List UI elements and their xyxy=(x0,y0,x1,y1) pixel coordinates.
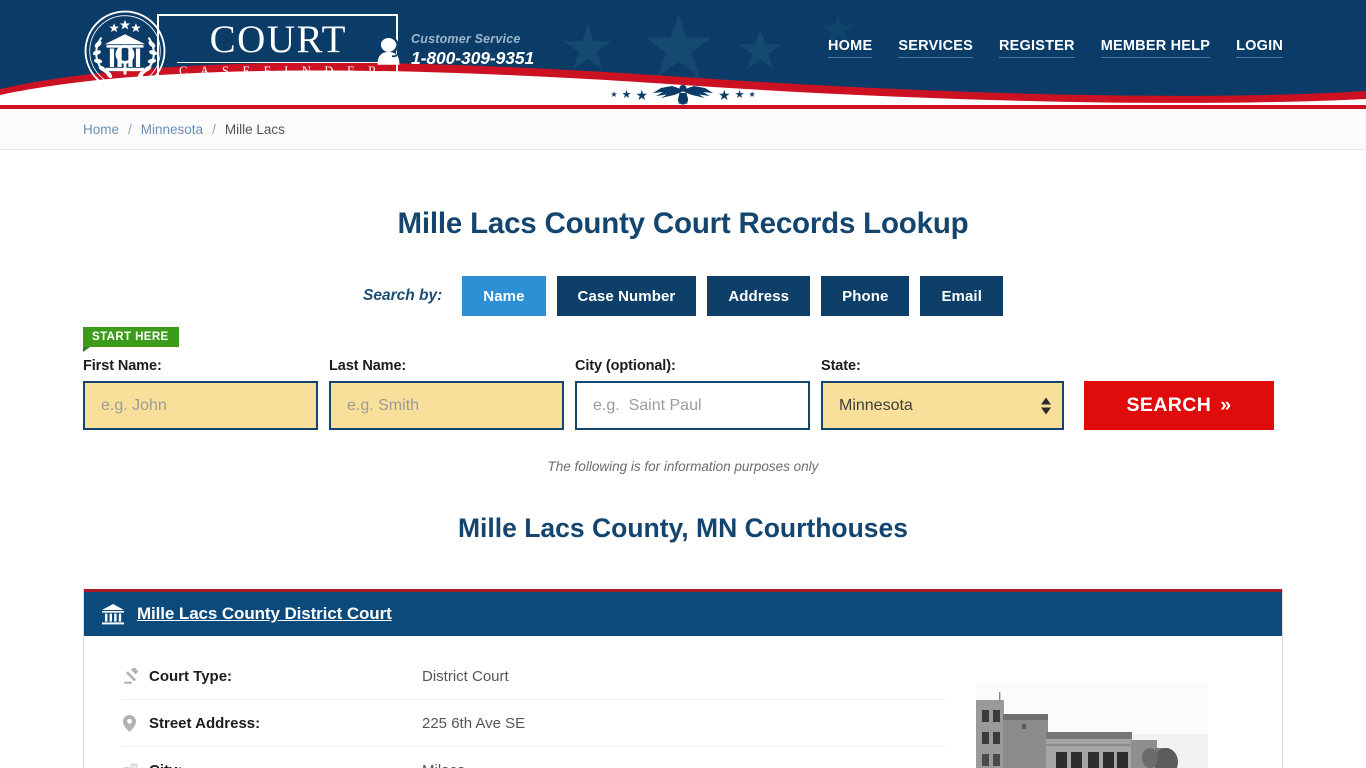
customer-service-label: Customer Service xyxy=(411,32,521,46)
city-icon xyxy=(123,763,149,768)
logo-subtitle: C A S E F I N D E R xyxy=(179,64,382,79)
tab-phone[interactable]: Phone xyxy=(821,276,910,316)
breadcrumb-item-minnesota[interactable]: Minnesota xyxy=(141,122,203,137)
breadcrumb-item-home[interactable]: Home xyxy=(83,122,119,137)
table-row: Street Address: 225 6th Ave SE xyxy=(123,700,946,747)
city-label: City (optional): xyxy=(575,358,676,374)
search-by-label: Search by: xyxy=(363,287,443,304)
city-input[interactable] xyxy=(575,381,810,430)
courthouse-card-header: Mille Lacs County District Court xyxy=(84,589,1282,636)
logo-word: COURT xyxy=(209,18,347,62)
court-type-label: Court Type: xyxy=(149,667,233,685)
last-name-field-group: Last Name: xyxy=(329,358,564,430)
tab-name[interactable]: Name xyxy=(462,276,546,316)
street-address-value: 225 6th Ave SE xyxy=(422,714,526,732)
search-by-tabs: Search by: Name Case Number Address Phon… xyxy=(83,276,1283,316)
breadcrumb: Home / Minnesota / Mille Lacs xyxy=(83,109,1283,150)
courthouse-card: Mille Lacs County District Court Court T… xyxy=(83,589,1283,768)
state-label: State: xyxy=(821,358,861,374)
site-logo[interactable]: COURT C A S E F I N D E R xyxy=(83,7,398,95)
city-field-group: City (optional): xyxy=(575,358,810,430)
tab-address[interactable]: Address xyxy=(707,276,811,316)
logo-wordmark: COURT C A S E F I N D E R xyxy=(157,14,398,88)
courthouse-detail-rows: Court Type: District Court Street Addres… xyxy=(84,653,946,768)
courthouse-title-link[interactable]: Mille Lacs County District Court xyxy=(137,604,392,624)
double-chevron-right-icon: » xyxy=(1220,394,1232,416)
main-navigation: HOME SERVICES REGISTER MEMBER HELP LOGIN xyxy=(828,38,1283,58)
court-seal-icon xyxy=(84,10,166,92)
city-row-value: Milaca xyxy=(422,762,465,768)
gavel-icon xyxy=(123,667,149,685)
customer-service-block: Customer Service 1-800-309-9351 xyxy=(375,31,534,68)
state-field-group: State: Minnesota xyxy=(821,358,1064,430)
bank-columns-icon xyxy=(102,604,124,625)
first-name-input[interactable] xyxy=(83,381,318,430)
first-name-field-group: First Name: xyxy=(83,358,318,430)
logo-divider xyxy=(177,62,380,64)
nav-item-member-help[interactable]: MEMBER HELP xyxy=(1100,38,1211,58)
customer-service-phone[interactable]: 1-800-309-9351 xyxy=(411,48,534,68)
tab-email[interactable]: Email xyxy=(920,276,1003,316)
nav-item-services[interactable]: SERVICES xyxy=(898,38,973,58)
site-header: ★ ★ ★ ★ ★ ★ COURT C A S E F I N D E R Cu… xyxy=(0,0,1366,105)
nav-item-register[interactable]: REGISTER xyxy=(999,38,1075,58)
tab-case-number[interactable]: Case Number xyxy=(556,276,697,316)
nav-item-home[interactable]: HOME xyxy=(828,38,873,58)
disclaimer-text: The following is for information purpose… xyxy=(547,459,819,474)
table-row: Court Type: District Court xyxy=(123,653,946,700)
search-form: START HERE First Name: Last Name: City (… xyxy=(83,327,1283,430)
breadcrumb-separator: / xyxy=(212,122,216,137)
table-row: City: Milaca xyxy=(123,747,946,768)
breadcrumb-bar: Home / Minnesota / Mille Lacs xyxy=(0,109,1366,150)
last-name-input[interactable] xyxy=(329,381,564,430)
start-here-badge: START HERE xyxy=(83,327,179,352)
main-content: Mille Lacs County Court Records Lookup S… xyxy=(83,207,1283,768)
breadcrumb-separator: / xyxy=(128,122,132,137)
court-type-value: District Court xyxy=(422,667,509,685)
first-name-label: First Name: xyxy=(83,358,162,374)
headset-agent-icon xyxy=(377,35,400,65)
search-button-label: SEARCH xyxy=(1126,394,1212,416)
breadcrumb-item-current: Mille Lacs xyxy=(224,122,285,137)
search-button[interactable]: SEARCH » xyxy=(1084,381,1274,430)
state-select[interactable]: Minnesota xyxy=(821,381,1064,430)
courthouses-section-title: Mille Lacs County, MN Courthouses xyxy=(457,513,909,543)
street-address-label: Street Address: xyxy=(149,714,261,732)
courthouse-photo xyxy=(976,653,1208,768)
courthouse-card-body: Court Type: District Court Street Addres… xyxy=(84,636,1282,768)
nav-item-login[interactable]: LOGIN xyxy=(1236,38,1283,58)
map-pin-icon xyxy=(123,714,149,732)
city-row-label: City: xyxy=(149,762,422,768)
last-name-label: Last Name: xyxy=(329,358,407,374)
page-title: Mille Lacs County Court Records Lookup xyxy=(397,207,969,240)
